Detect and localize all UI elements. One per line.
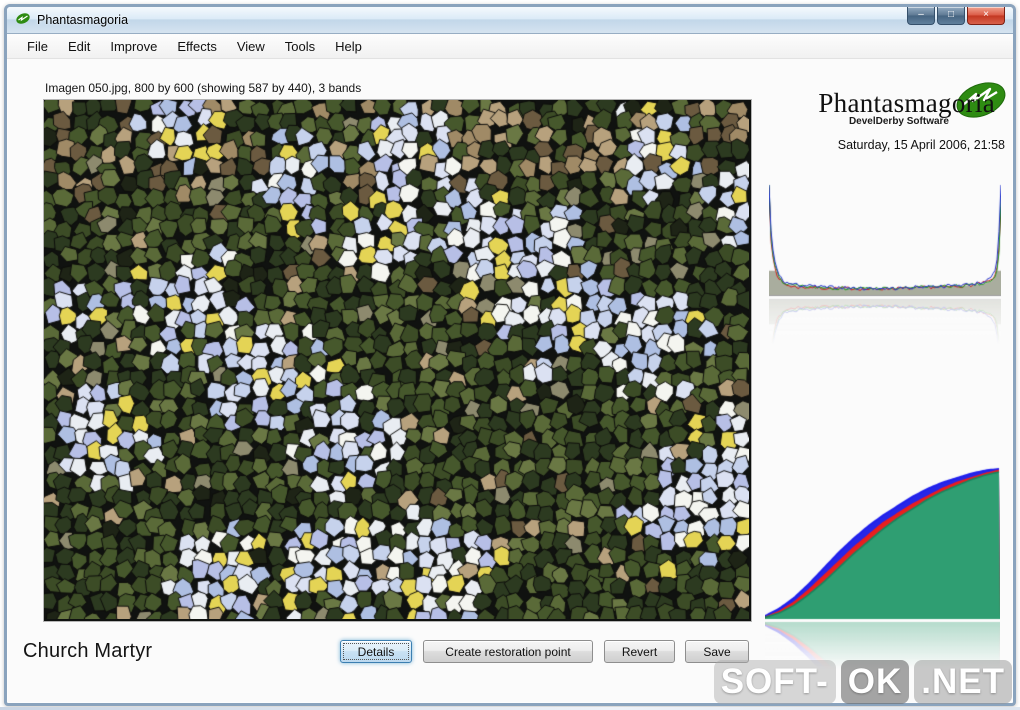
create-restoration-point-button[interactable]: Create restoration point (423, 640, 593, 663)
menubar: File Edit Improve Effects View Tools Hel… (7, 34, 1013, 59)
image-preview-frame (43, 99, 752, 622)
menu-item-improve[interactable]: Improve (100, 36, 167, 57)
menu-item-file[interactable]: File (17, 36, 58, 57)
menu-item-tools[interactable]: Tools (275, 36, 325, 57)
menu-item-edit[interactable]: Edit (58, 36, 100, 57)
cumulative-histogram-chart (765, 457, 1000, 620)
revert-button[interactable]: Revert (604, 640, 675, 663)
image-title: Church Martyr (23, 640, 153, 662)
image-info-caption: Imagen 050.jpg, 800 by 600 (showing 587 … (45, 81, 362, 95)
brand-name: Phantasmagoria (818, 88, 995, 118)
brand-logo: Phantasmagoria DevelDerby Software (763, 82, 1007, 143)
menu-item-help[interactable]: Help (325, 36, 372, 57)
menu-item-view[interactable]: View (227, 36, 275, 57)
maximize-button[interactable]: □ (937, 7, 965, 25)
app-window: Phantasmagoria – □ × File Edit Improve E… (4, 4, 1016, 706)
datetime-label: Saturday, 15 April 2006, 21:58 (837, 138, 1005, 152)
minimize-button[interactable]: – (907, 7, 935, 25)
watermark-part-2: OK (840, 660, 910, 704)
window-title: Phantasmagoria (37, 13, 129, 27)
app-leaf-icon (15, 10, 31, 31)
titlebar[interactable]: Phantasmagoria – □ × (7, 7, 1013, 34)
window-controls: – □ × (907, 7, 1005, 25)
image-canvas[interactable] (44, 100, 749, 619)
menu-item-effects[interactable]: Effects (167, 36, 227, 57)
details-button[interactable]: Details (340, 640, 412, 663)
brand-subtitle: DevelDerby Software (848, 116, 949, 127)
watermark-part-1: SOFT- (713, 660, 836, 704)
site-watermark: SOFT- OK .NET (713, 660, 1012, 704)
close-button[interactable]: × (967, 7, 1005, 25)
watermark-part-3: .NET (914, 660, 1012, 704)
rgb-histogram-chart (769, 183, 1001, 297)
rgb-histogram-reflection (769, 298, 1001, 344)
